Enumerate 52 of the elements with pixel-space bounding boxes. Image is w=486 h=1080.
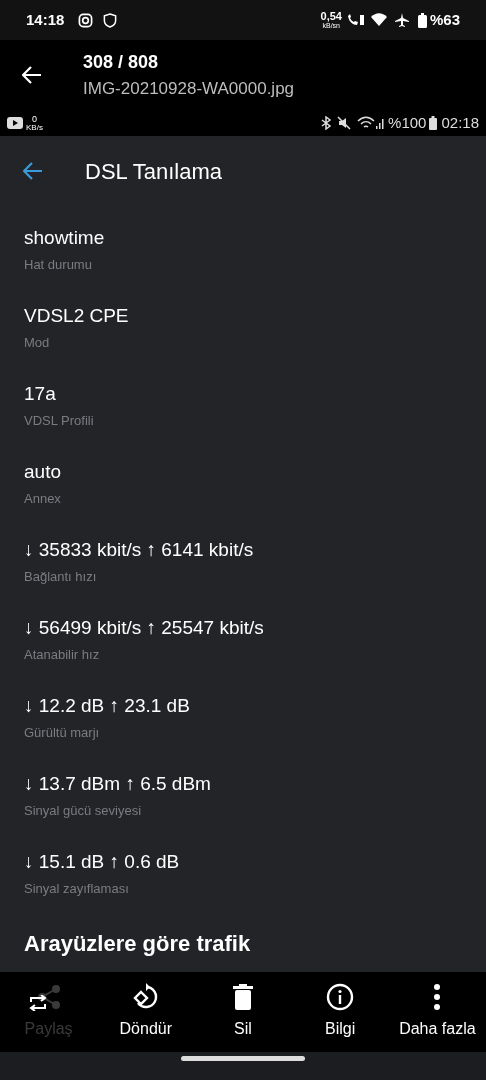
battery-percent: %63 <box>429 9 460 30</box>
status-time: 02:18 <box>441 112 479 133</box>
camera-app-icon <box>78 12 94 28</box>
setting-value: VDSL2 CPE <box>24 304 130 328</box>
wifi-signal-icon <box>357 116 386 130</box>
setting-value: ↓ 13.7 dBm ↑ 6.5 dBm <box>24 772 212 796</box>
setting-value: ↓ 35833 kbit/s ↑ 6141 kbit/s <box>24 538 255 562</box>
setting-label: Sinyal gücü seviyesi <box>24 802 143 820</box>
status-time: 14:18 <box>26 9 65 30</box>
network-speed: 0,54 <box>320 11 342 22</box>
airplane-icon <box>393 12 410 28</box>
rotate-button[interactable]: Döndür <box>97 972 195 1052</box>
info-button[interactable]: Bilgi <box>291 972 389 1052</box>
image-counter: 308 / 808 <box>83 50 160 74</box>
trash-icon <box>233 984 253 1010</box>
screen-title: DSL Tanılama <box>85 157 222 186</box>
mute-icon <box>337 116 352 130</box>
info-icon <box>326 983 355 1011</box>
network-unit: KB/s <box>26 123 43 132</box>
shield-icon <box>103 12 118 28</box>
setting-value: ↓ 56499 kbit/s ↑ 25547 kbit/s <box>24 616 265 640</box>
network-speed: 0 <box>31 114 37 124</box>
bluetooth-icon <box>320 116 333 130</box>
back-arrow-icon <box>23 162 43 180</box>
more-icon <box>433 984 442 1010</box>
setting-label: VDSL Profili <box>24 412 95 430</box>
more-button[interactable]: Daha fazla <box>388 972 486 1052</box>
section-heading: Arayüzlere göre trafik <box>24 930 251 958</box>
wifi-icon <box>369 13 388 27</box>
back-arrow-icon <box>22 66 42 84</box>
setting-label: Atanabilir hız <box>24 646 101 664</box>
battery-percent: %100 <box>388 112 427 133</box>
rotate-icon <box>131 983 160 1011</box>
setting-value: 17a <box>24 382 57 406</box>
file-name: IMG-20210928-WA0000.jpg <box>83 77 295 100</box>
setting-label: Hat durumu <box>24 256 93 274</box>
video-app-icon <box>7 117 23 129</box>
setting-label: Annex <box>24 490 62 508</box>
battery-icon <box>417 12 427 28</box>
setting-label: Bağlantı hızı <box>24 568 98 586</box>
setting-value: ↓ 15.1 dB ↑ 0.6 dB <box>24 850 181 874</box>
setting-label: Gürültü marjı <box>24 724 101 742</box>
setting-label: Mod <box>24 334 51 352</box>
setting-value: auto <box>24 460 62 484</box>
delete-button[interactable]: Sil <box>194 972 292 1052</box>
battery-icon <box>429 116 438 130</box>
call-icon <box>345 13 366 27</box>
repeat-icon <box>28 995 48 1011</box>
setting-value: ↓ 12.2 dB ↑ 23.1 dB <box>24 694 191 718</box>
setting-value: showtime <box>24 226 106 250</box>
setting-label: Sinyal zayıflaması <box>24 880 130 898</box>
share-icon <box>36 984 61 1010</box>
